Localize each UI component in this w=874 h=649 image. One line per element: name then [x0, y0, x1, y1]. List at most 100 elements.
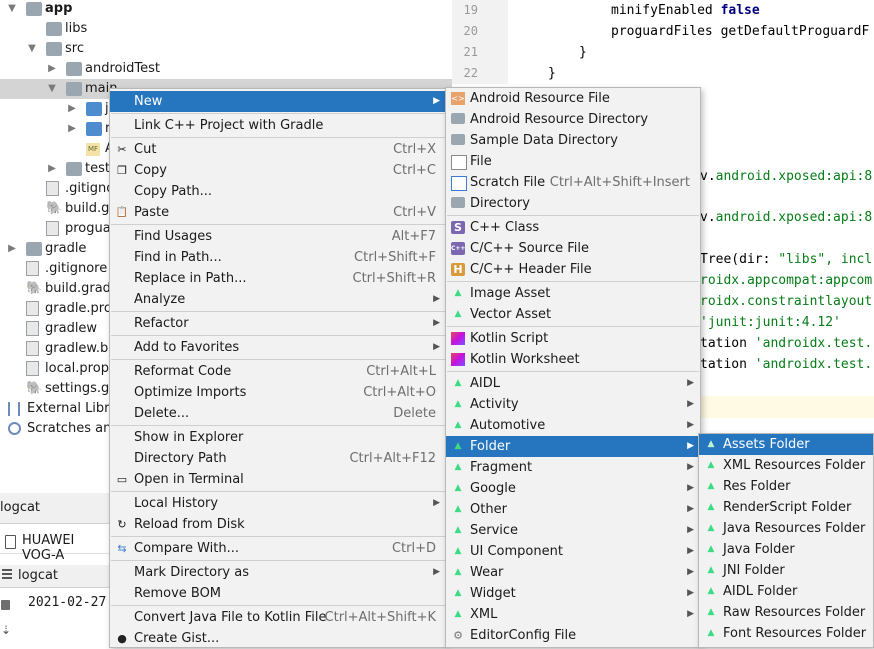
menu-item[interactable]: ▲ Other ▶ — [446, 499, 700, 520]
menu-item[interactable]: 📋 Paste Ctrl+V — [110, 202, 446, 223]
expand-arrow-icon[interactable]: ▶ — [66, 99, 78, 119]
menu-item[interactable]: ▲ Font Resources Folder — [699, 623, 873, 644]
menu-item[interactable]: ▲ Automotive ▶ — [446, 415, 700, 436]
menu-item-label: Kotlin Script — [470, 331, 549, 346]
menu-item[interactable]: <> Android Resource File — [446, 88, 700, 109]
menu-item[interactable]: ▲ Folder ▶ — [446, 436, 700, 457]
menu-item-label: XML — [470, 607, 498, 622]
trash-icon[interactable] — [1, 600, 10, 610]
tree-item[interactable]: ▶ androidTest — [0, 59, 452, 79]
android-icon: ▲ — [454, 588, 462, 598]
code-text: v. — [700, 210, 716, 225]
menu-item[interactable]: Refactor ▶ — [110, 313, 446, 334]
folder-icon — [26, 242, 42, 256]
menu-item[interactable]: ⇆ Compare With... Ctrl+D — [110, 538, 446, 559]
menu-item[interactable]: New ▶ — [110, 91, 446, 112]
menu-item[interactable]: ▭ Open in Terminal — [110, 469, 446, 490]
menu-item[interactable]: Reformat Code Ctrl+Alt+L — [110, 361, 446, 382]
tree-item[interactable]: ▼ src — [0, 39, 452, 59]
menu-item[interactable]: ↻ Reload from Disk — [110, 514, 446, 535]
tree-item[interactable]: libs — [0, 19, 452, 39]
menu-item[interactable]: Scratch File Ctrl+Alt+Shift+Insert — [446, 172, 700, 193]
device-selector[interactable]: HUAWEI VOG-A — [0, 531, 112, 563]
menu-item[interactable]: ▲ Assets Folder — [699, 434, 873, 455]
menu-item[interactable]: Find Usages Alt+F7 — [110, 226, 446, 247]
menu-item[interactable]: ▲ Res Folder — [699, 476, 873, 497]
menu-item[interactable]: Android Resource Directory — [446, 109, 700, 130]
menu-item[interactable]: File — [446, 151, 700, 172]
tool-window-title[interactable]: logcat — [0, 500, 40, 515]
android-icon: ▲ — [707, 502, 715, 512]
menu-item[interactable]: ▲ AIDL Folder — [699, 581, 873, 602]
menu-item-label: Fragment — [470, 460, 533, 475]
tree-item[interactable]: ▼ app — [0, 0, 452, 19]
expand-arrow-icon[interactable]: ▶ — [66, 119, 78, 139]
menu-item[interactable]: C++ C/C++ Source File — [446, 238, 700, 259]
menu-item[interactable]: ▲ RenderScript Folder — [699, 497, 873, 518]
menu-item[interactable]: ▲ Image Asset — [446, 283, 700, 304]
menu-item[interactable]: ✂ Cut Ctrl+X — [110, 139, 446, 160]
file-icon — [46, 221, 59, 236]
expand-arrow-icon[interactable]: ▶ — [46, 59, 58, 79]
menu-item[interactable]: ▲ AIDL ▶ — [446, 373, 700, 394]
menu-item[interactable]: Kotlin Script — [446, 328, 700, 349]
menu-item[interactable]: ▲ Widget ▶ — [446, 583, 700, 604]
menu-item[interactable]: Local History ▶ — [110, 493, 446, 514]
menu-item[interactable]: Sample Data Directory — [446, 130, 700, 151]
submenu-arrow-icon: ▶ — [687, 504, 694, 514]
menu-item[interactable]: Find in Path... Ctrl+Shift+F — [110, 247, 446, 268]
new-submenu[interactable]: <> Android Resource File Android Resource … — [445, 87, 701, 648]
android-icon: ▲ — [707, 460, 715, 470]
menu-item[interactable]: Add to Favorites ▶ — [110, 337, 446, 358]
context-menu[interactable]: New ▶ Link C++ Project with Gradle ✂ Cut Ctrl… — [109, 88, 447, 648]
expand-arrow-icon[interactable]: ▶ — [6, 239, 18, 259]
submenu-arrow-icon: ▶ — [687, 441, 694, 451]
menu-item[interactable]: ▲ Raw Resources Folder — [699, 602, 873, 623]
scratches-icon — [8, 422, 21, 435]
menu-item[interactable]: Remove BOM — [110, 583, 446, 604]
folder-submenu[interactable]: ▲ Assets Folder ▲ XML Resources Folder ▲ Res … — [698, 433, 874, 648]
menu-item[interactable]: Copy Path... — [110, 181, 446, 202]
menu-item[interactable]: ▲ JNI Folder — [699, 560, 873, 581]
menu-item[interactable]: Analyze ▶ — [110, 289, 446, 310]
menu-item[interactable]: Show in Explorer — [110, 427, 446, 448]
menu-item[interactable]: H C/C++ Header File — [446, 259, 700, 280]
menu-item[interactable]: S C++ Class — [446, 217, 700, 238]
menu-item[interactable]: ▲ XML ▶ — [446, 604, 700, 625]
menu-item-label: C++ Class — [470, 220, 540, 235]
logcat-panel: logcat HUAWEI VOG-A logcat 2021-02-27 ⇣ — [0, 493, 112, 646]
code-text: tation — [700, 336, 755, 351]
menu-item[interactable]: Directory — [446, 193, 700, 214]
menu-item[interactable]: ▲ Activity ▶ — [446, 394, 700, 415]
menu-item[interactable]: Replace in Path... Ctrl+Shift+R — [110, 268, 446, 289]
expand-arrow-icon[interactable]: ▼ — [46, 79, 58, 99]
menu-item[interactable]: Link C++ Project with Gradle — [110, 115, 446, 136]
menu-item[interactable]: Convert Java File to Kotlin File Ctrl+Alt… — [110, 607, 446, 628]
code-string: roidx.constraintlayout — [700, 294, 873, 309]
menu-item[interactable]: ▲ XML Resources Folder — [699, 455, 873, 476]
menu-item[interactable]: Mark Directory as ▶ — [110, 562, 446, 583]
menu-item[interactable]: ▲ Google ▶ — [446, 478, 700, 499]
menu-item[interactable]: ▲ Vector Asset — [446, 304, 700, 325]
menu-item[interactable]: ▲ UI Component ▶ — [446, 541, 700, 562]
code-line: proguardFiles getDefaultProguardF — [611, 21, 869, 42]
expand-arrow-icon[interactable]: ▼ — [26, 39, 38, 59]
expand-arrow-icon[interactable]: ▼ — [6, 0, 18, 19]
menu-item[interactable]: Delete... Delete — [110, 403, 446, 424]
logcat-tab[interactable]: logcat — [0, 565, 112, 588]
menu-item[interactable]: ⚙ EditorConfig File — [446, 625, 700, 646]
menu-item[interactable]: ❐ Copy Ctrl+C — [110, 160, 446, 181]
menu-item[interactable]: ▲ Wear ▶ — [446, 562, 700, 583]
tree-item-label: gradle — [45, 241, 87, 256]
scroll-down-icon[interactable]: ⇣ — [1, 623, 11, 637]
menu-item[interactable]: Optimize Imports Ctrl+Alt+O — [110, 382, 446, 403]
submenu-arrow-icon: ▶ — [687, 567, 694, 577]
expand-arrow-icon[interactable]: ▶ — [46, 159, 58, 179]
line-number: 20 — [463, 24, 478, 38]
menu-item[interactable]: ▲ Service ▶ — [446, 520, 700, 541]
menu-item[interactable]: ▲ Java Folder — [699, 539, 873, 560]
menu-item[interactable]: ▲ Java Resources Folder — [699, 518, 873, 539]
menu-item[interactable]: Kotlin Worksheet — [446, 349, 700, 370]
menu-item[interactable]: ▲ Fragment ▶ — [446, 457, 700, 478]
menu-item[interactable]: Directory Path Ctrl+Alt+F12 — [110, 448, 446, 469]
